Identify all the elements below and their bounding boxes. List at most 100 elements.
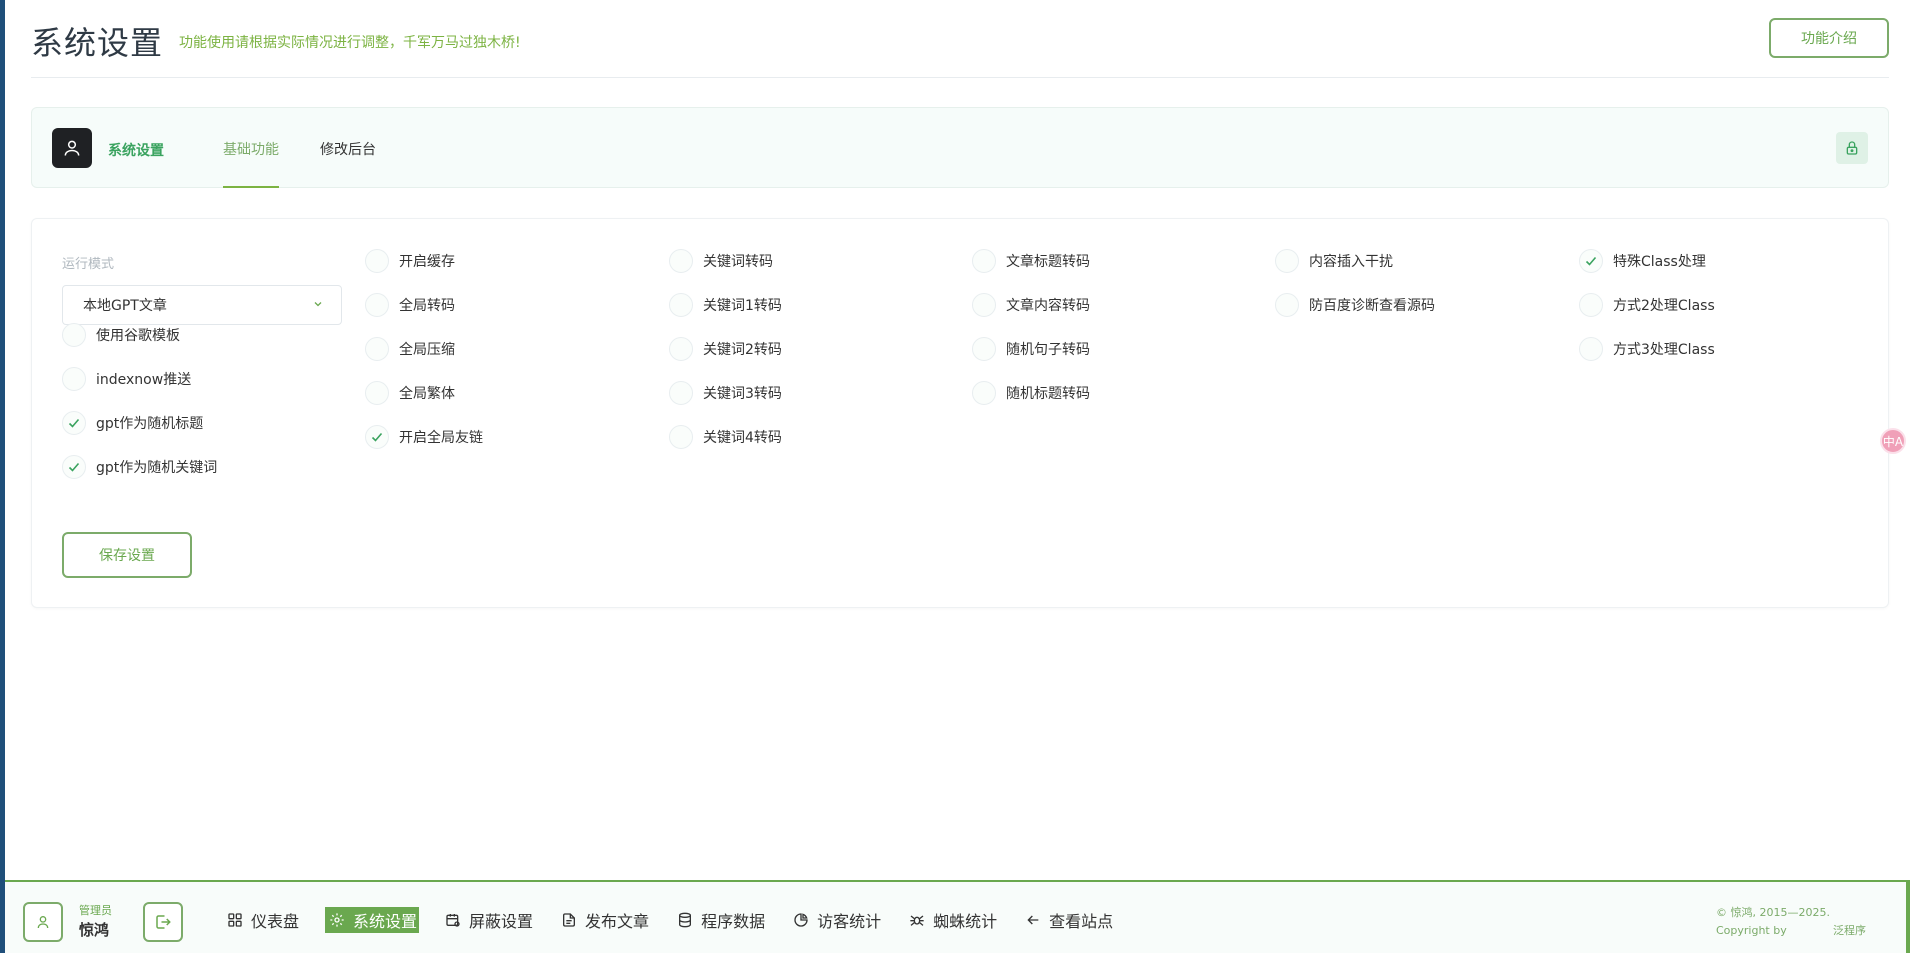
calendar-block-icon <box>446 914 460 927</box>
option-keyword-transcode[interactable]: 关键词转码 <box>669 249 773 273</box>
option-label: 文章内容转码 <box>1006 298 1090 314</box>
user-role: 管理员 <box>79 904 112 917</box>
option-keyword3-transcode[interactable]: 关键词3转码 <box>669 381 782 405</box>
nav-visitor-stats[interactable]: 访客统计 <box>791 907 883 933</box>
checkbox[interactable] <box>669 293 693 317</box>
option-label: 使用谷歌模板 <box>96 328 180 344</box>
checkbox[interactable] <box>1275 293 1299 317</box>
option-content-interference[interactable]: 内容插入干扰 <box>1275 249 1393 273</box>
option-label: gpt作为随机关键词 <box>96 460 218 476</box>
checkbox[interactable] <box>1579 293 1603 317</box>
checkbox-checked[interactable] <box>1579 249 1603 273</box>
active-tab-underline <box>223 186 279 188</box>
checkbox[interactable] <box>1275 249 1299 273</box>
arrow-left-icon <box>1027 915 1039 925</box>
page-title: 系统设置 <box>31 24 164 62</box>
nav-block-settings[interactable]: 屏蔽设置 <box>443 907 535 933</box>
option-keyword2-transcode[interactable]: 关键词2转码 <box>669 337 782 361</box>
checkbox[interactable] <box>669 337 693 361</box>
checkbox-checked[interactable] <box>365 425 389 449</box>
checkbox[interactable] <box>669 425 693 449</box>
checkbox-checked[interactable] <box>62 455 86 479</box>
user-name: 惊鸿 <box>79 921 110 939</box>
check-icon <box>1585 256 1597 266</box>
checkbox[interactable] <box>669 381 693 405</box>
option-global-compress[interactable]: 全局压缩 <box>365 337 455 361</box>
option-class-method2[interactable]: 方式2处理Class <box>1579 293 1715 317</box>
option-title-transcode[interactable]: 文章标题转码 <box>972 249 1090 273</box>
lock-button[interactable] <box>1836 132 1868 164</box>
checkbox-checked[interactable] <box>62 411 86 435</box>
checkbox[interactable] <box>972 293 996 317</box>
checkbox[interactable] <box>972 381 996 405</box>
option-label: 方式2处理Class <box>1613 298 1715 314</box>
option-global-transcode[interactable]: 全局转码 <box>365 293 455 317</box>
nav-program-data[interactable]: 程序数据 <box>675 907 767 933</box>
run-mode-label: 运行模式 <box>62 257 115 272</box>
page-header: 系统设置 功能使用请根据实际情况进行调整，千军万马过独木桥! 功能介绍 <box>31 0 1889 78</box>
nav-label: 系统设置 <box>353 912 418 931</box>
option-label: 关键词4转码 <box>703 430 782 446</box>
option-random-sentence-transcode[interactable]: 随机句子转码 <box>972 337 1090 361</box>
checkbox[interactable] <box>365 293 389 317</box>
option-google-template[interactable]: 使用谷歌模板 <box>62 323 180 347</box>
logout-icon <box>156 915 171 929</box>
option-indexnow-push[interactable]: indexnow推送 <box>62 367 191 391</box>
checkbox[interactable] <box>365 381 389 405</box>
spider-icon <box>910 915 924 926</box>
checkbox[interactable] <box>1579 337 1603 361</box>
check-icon <box>68 462 80 472</box>
option-random-title-transcode[interactable]: 随机标题转码 <box>972 381 1090 405</box>
nav-label: 仪表盘 <box>251 912 300 931</box>
nav-system-settings[interactable]: 系统设置 <box>325 907 420 933</box>
option-anti-baidu-source[interactable]: 防百度诊断查看源码 <box>1275 293 1435 317</box>
save-settings-button[interactable]: 保存设置 <box>62 532 192 578</box>
checkbox[interactable] <box>972 337 996 361</box>
nav-label: 程序数据 <box>701 912 766 931</box>
run-mode-select[interactable]: 本地GPT文章 <box>62 285 342 325</box>
checkbox[interactable] <box>972 249 996 273</box>
nav-spider-stats[interactable]: 蜘蛛统计 <box>907 907 999 933</box>
tab-modify-backend[interactable]: 修改后台 <box>320 139 376 159</box>
checkbox[interactable] <box>62 323 86 347</box>
checkbox[interactable] <box>669 249 693 273</box>
option-label: indexnow推送 <box>96 372 192 388</box>
nav-view-site[interactable]: 查看站点 <box>1023 907 1115 933</box>
nav-label: 屏蔽设置 <box>469 912 534 931</box>
option-enable-cache[interactable]: 开启缓存 <box>365 249 455 273</box>
option-label: gpt作为随机标题 <box>96 416 204 432</box>
section-label: 系统设置 <box>108 143 164 159</box>
nav-label: 访客统计 <box>817 912 882 931</box>
option-global-traditional[interactable]: 全局繁体 <box>365 381 455 405</box>
nav-label: 蜘蛛统计 <box>933 912 998 931</box>
intro-button[interactable]: 功能介绍 <box>1769 18 1889 58</box>
option-keyword4-transcode[interactable]: 关键词4转码 <box>669 425 782 449</box>
nav-dashboard[interactable]: 仪表盘 <box>225 907 301 933</box>
option-label: 全局压缩 <box>399 342 455 358</box>
run-mode-value: 本地GPT文章 <box>83 298 167 314</box>
option-label: 全局转码 <box>399 298 455 314</box>
option-label: 特殊Class处理 <box>1613 254 1706 270</box>
option-gpt-random-title[interactable]: gpt作为随机标题 <box>62 411 203 435</box>
checkbox[interactable] <box>365 249 389 273</box>
tab-basic-functions[interactable]: 基础功能 <box>223 139 279 159</box>
checkbox[interactable] <box>62 367 86 391</box>
option-special-class[interactable]: 特殊Class处理 <box>1579 249 1706 273</box>
translate-icon[interactable]: 中A <box>1880 428 1906 454</box>
nav-publish-article[interactable]: 发布文章 <box>559 907 651 933</box>
database-icon <box>679 912 692 928</box>
right-edge-stripe <box>1906 880 1910 953</box>
user-avatar[interactable] <box>23 902 63 942</box>
main-nav: 仪表盘 系统设置 屏蔽设置 发布文章 程序数据 访客统计 蜘蛛统计 查看站点 <box>225 907 1139 933</box>
option-label: 全局繁体 <box>399 386 455 402</box>
option-content-transcode[interactable]: 文章内容转码 <box>972 293 1090 317</box>
option-class-method3[interactable]: 方式3处理Class <box>1579 337 1715 361</box>
option-gpt-random-keyword[interactable]: gpt作为随机关键词 <box>62 455 217 479</box>
option-label: 随机标题转码 <box>1006 386 1090 402</box>
checkbox[interactable] <box>365 337 389 361</box>
option-global-friendlinks[interactable]: 开启全局友链 <box>365 425 483 449</box>
check-icon <box>371 432 383 442</box>
option-keyword1-transcode[interactable]: 关键词1转码 <box>669 293 782 317</box>
copyright-owner-link[interactable]: 泛程序 <box>1833 922 1866 940</box>
logout-button[interactable] <box>143 902 183 942</box>
